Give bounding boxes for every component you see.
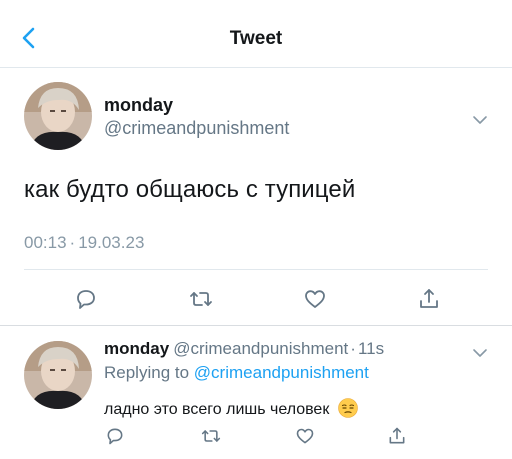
reply-text: ладно это всего лишь человек [104,401,330,418]
meta-separator: · [350,339,356,358]
more-options-button[interactable] [472,112,488,124]
share-button[interactable] [416,286,442,312]
tweet-time: 00:13 [24,233,67,252]
reply-text-row: ладно это всего лишь человек [104,398,358,419]
chevron-down-icon [473,116,487,124]
avatar[interactable] [24,82,92,150]
share-icon [389,427,405,444]
page-title: Tweet [229,28,283,49]
reply-time: 11s [357,339,385,358]
top-nav-bar: Tweet [0,0,512,68]
reply-icon [107,428,123,445]
main-tweet[interactable]: monday @crimeandpunishment как будто общ… [0,68,512,326]
retweet-icon [201,430,221,442]
retweet-button[interactable] [200,425,222,447]
share-button[interactable] [386,425,408,447]
like-icon [296,428,314,444]
share-icon [420,289,438,308]
tweet-timestamp: 00:13 · 19.03.23 [24,233,144,253]
more-options-button[interactable] [472,345,488,357]
tweet-text: как будто общаюсь с тупицей [24,176,356,203]
retweet-icon [190,292,212,306]
author-handle[interactable]: @crimeandpunishment [104,118,289,139]
like-button[interactable] [294,425,316,447]
author-handle[interactable]: @crimeandpunishment [173,339,348,358]
reply-button[interactable] [73,286,99,312]
meta-separator: · [69,233,76,252]
reply-button[interactable] [104,425,126,447]
like-icon [305,290,325,308]
unamused-face-emoji [337,398,358,418]
divider [24,269,488,270]
like-button[interactable] [302,286,328,312]
replying-to: Replying to @crimeandpunishment [104,363,369,383]
reply-header: monday @crimeandpunishment · 11s [104,339,384,359]
reply-icon [77,290,95,309]
retweet-button[interactable] [188,286,214,312]
tweet-date: 19.03.23 [78,233,145,252]
replying-to-link[interactable]: @crimeandpunishment [194,363,369,382]
author-name[interactable]: monday [104,339,169,358]
replying-to-label: Replying to [104,363,190,382]
chevron-down-icon [473,349,487,357]
avatar[interactable] [24,341,92,409]
author-name[interactable]: monday [104,95,173,116]
reply-tweet[interactable]: monday @crimeandpunishment · 11s Replying t… [0,327,512,459]
